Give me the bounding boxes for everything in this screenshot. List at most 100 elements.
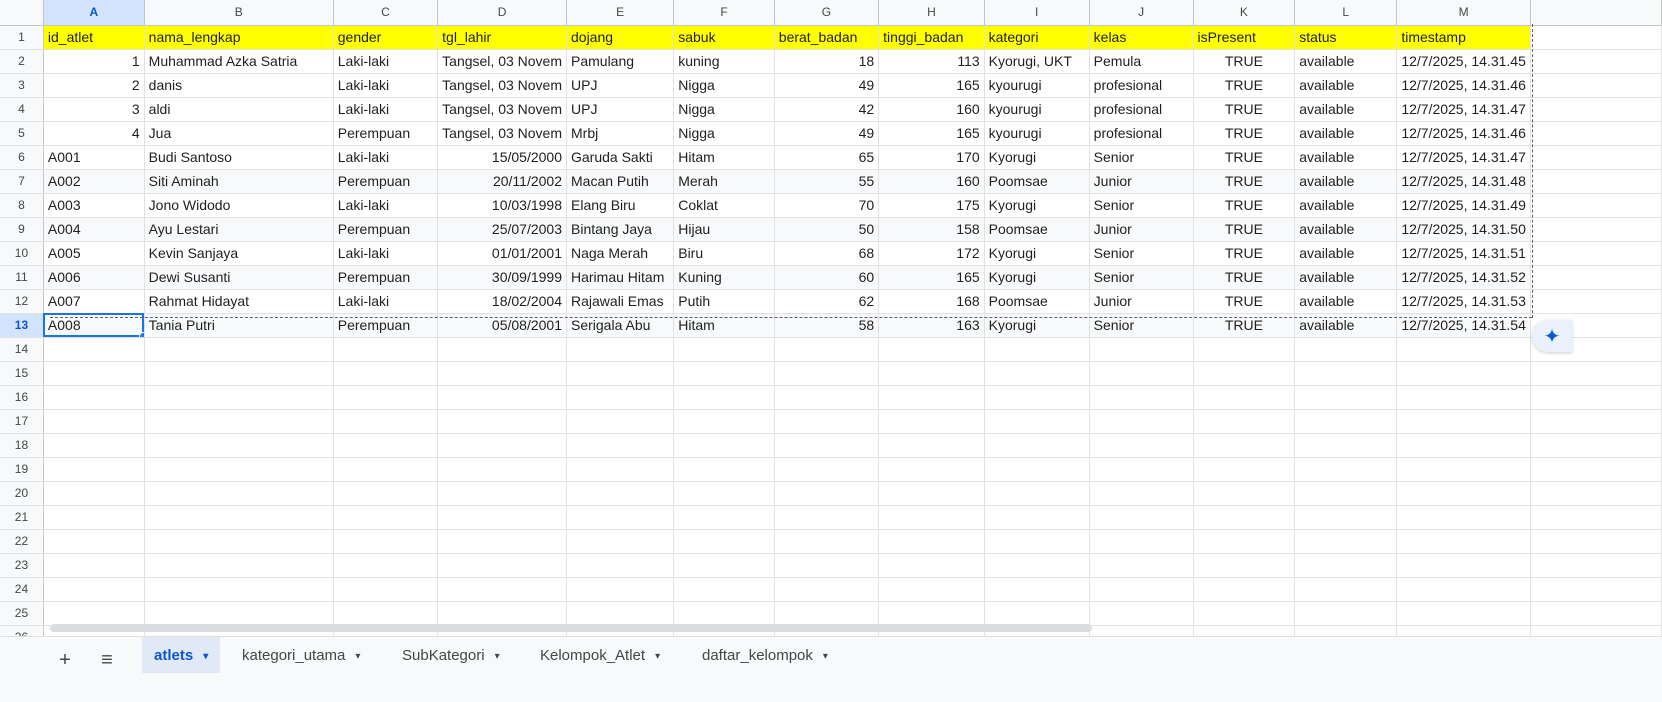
grid-cell[interactable] — [437, 505, 567, 530]
grid-cell[interactable] — [1294, 337, 1398, 362]
sheet-table[interactable]: ABCDEFGHIJKLM 1 id_atlet nama_lengkap gend… — [0, 0, 1662, 650]
grid-cell[interactable] — [333, 361, 439, 386]
grid-cell[interactable] — [1089, 361, 1194, 386]
grid-cell[interactable]: 12/7/2025, 14.31.53 — [1396, 289, 1531, 314]
row-number[interactable]: 13 — [0, 313, 44, 338]
grid-cell[interactable] — [566, 361, 675, 386]
grid-cell[interactable]: available — [1294, 289, 1398, 314]
grid-cell[interactable] — [333, 409, 439, 434]
grid-cell[interactable]: Macan Putih — [566, 169, 675, 194]
grid-cell[interactable] — [774, 433, 880, 458]
grid-cell[interactable]: 12/7/2025, 14.31.50 — [1396, 217, 1531, 242]
grid-cell[interactable]: Laki-laki — [333, 49, 439, 74]
grid-cell[interactable]: 12/7/2025, 14.31.52 — [1396, 265, 1531, 290]
grid-cell[interactable] — [1530, 601, 1662, 626]
grid-cell[interactable]: Biru — [673, 241, 775, 266]
row-number[interactable]: 15 — [0, 361, 44, 386]
chevron-down-icon[interactable]: ▾ — [655, 651, 660, 662]
all-sheets-button[interactable]: ≡ — [92, 645, 122, 675]
grid-cell[interactable] — [1530, 169, 1662, 194]
tab-kelompok-atlet[interactable]: Kelompok_Atlet ▾ — [528, 637, 672, 673]
grid-cell[interactable]: Nigga — [673, 97, 775, 122]
grid-cell[interactable]: 70 — [774, 193, 880, 218]
grid-cell[interactable]: available — [1294, 241, 1398, 266]
row-number[interactable]: 14 — [0, 337, 44, 362]
select-all-corner[interactable] — [0, 0, 44, 26]
row-number[interactable]: 5 — [0, 121, 44, 146]
grid-cell[interactable]: A005 — [43, 241, 145, 266]
grid-cell[interactable] — [673, 601, 775, 626]
grid-cell[interactable] — [437, 433, 567, 458]
grid-cell[interactable]: 12/7/2025, 14.31.45 — [1396, 49, 1531, 74]
grid-cell[interactable] — [1089, 433, 1194, 458]
grid-cell[interactable] — [1294, 577, 1398, 602]
grid-cell[interactable] — [333, 601, 439, 626]
grid-cell[interactable]: Muhammad Azka Satria — [144, 49, 334, 74]
grid-cell[interactable] — [437, 337, 567, 362]
grid-cell[interactable]: Perempuan — [333, 217, 439, 242]
header-cell-tinggi-badan[interactable]: tinggi_badan — [878, 25, 985, 50]
grid-cell[interactable] — [566, 481, 675, 506]
grid-cell[interactable]: Tangsel, 03 Novem — [437, 49, 567, 74]
grid-cell[interactable]: 20/11/2002 — [437, 169, 567, 194]
row-number[interactable]: 8 — [0, 193, 44, 218]
grid-cell[interactable] — [1530, 385, 1662, 410]
grid-cell[interactable]: Hitam — [673, 145, 775, 170]
grid-cell[interactable]: A002 — [43, 169, 145, 194]
spreadsheet-grid[interactable]: ABCDEFGHIJKLM 1 id_atlet nama_lengkap gend… — [0, 0, 1662, 660]
column-header-b[interactable]: B — [144, 0, 334, 26]
grid-cell[interactable] — [774, 409, 880, 434]
grid-cell[interactable]: 12/7/2025, 14.31.46 — [1396, 73, 1531, 98]
grid-cell[interactable] — [333, 385, 439, 410]
grid-cell[interactable] — [1193, 457, 1296, 482]
grid-cell[interactable] — [1089, 409, 1194, 434]
grid-cell[interactable] — [1294, 529, 1398, 554]
grid-cell[interactable] — [1089, 553, 1194, 578]
header-cell-ispresent[interactable]: isPresent — [1193, 25, 1296, 50]
grid-cell[interactable] — [984, 577, 1090, 602]
row-number[interactable]: 2 — [0, 49, 44, 74]
grid-cell[interactable]: 15/05/2000 — [437, 145, 567, 170]
grid-cell[interactable]: Laki-laki — [333, 97, 439, 122]
grid-cell[interactable] — [144, 553, 334, 578]
grid-cell[interactable] — [43, 337, 145, 362]
grid-cell[interactable] — [1294, 409, 1398, 434]
grid-cell[interactable]: Tangsel, 03 Novem — [437, 73, 567, 98]
row-number[interactable]: 6 — [0, 145, 44, 170]
grid-cell[interactable]: TRUE — [1193, 265, 1296, 290]
grid-cell[interactable]: TRUE — [1193, 97, 1296, 122]
grid-cell[interactable]: A007 — [43, 289, 145, 314]
grid-cell[interactable]: kyourugi — [984, 121, 1090, 146]
grid-cell[interactable]: Kyorugi — [984, 193, 1090, 218]
grid-cell[interactable] — [43, 553, 145, 578]
grid-cell[interactable] — [1294, 505, 1398, 530]
grid-cell[interactable]: Tangsel, 03 Novem — [437, 97, 567, 122]
grid-cell[interactable] — [1294, 433, 1398, 458]
grid-cell[interactable]: Senior — [1089, 193, 1194, 218]
grid-cell[interactable]: 168 — [878, 289, 985, 314]
grid-cell[interactable] — [1530, 265, 1662, 290]
grid-cell[interactable] — [673, 529, 775, 554]
grid-cell[interactable]: 2 — [43, 73, 145, 98]
grid-cell[interactable] — [1396, 433, 1531, 458]
grid-cell[interactable]: 113 — [878, 49, 985, 74]
grid-cell[interactable]: Poomsae — [984, 217, 1090, 242]
grid-cell[interactable] — [144, 601, 334, 626]
grid-cell[interactable] — [1193, 601, 1296, 626]
grid-cell[interactable] — [1530, 49, 1662, 74]
grid-cell[interactable]: TRUE — [1193, 169, 1296, 194]
grid-cell[interactable] — [1396, 601, 1531, 626]
grid-cell[interactable] — [437, 361, 567, 386]
column-header-m[interactable]: M — [1396, 0, 1531, 26]
grid-cell[interactable] — [333, 481, 439, 506]
grid-cell[interactable]: Senior — [1089, 145, 1194, 170]
row-number[interactable]: 4 — [0, 97, 44, 122]
grid-cell[interactable]: Senior — [1089, 265, 1194, 290]
grid-cell[interactable]: available — [1294, 145, 1398, 170]
grid-cell[interactable] — [566, 433, 675, 458]
grid-cell[interactable] — [878, 385, 985, 410]
column-header-e[interactable]: E — [566, 0, 675, 26]
grid-cell[interactable]: TRUE — [1193, 289, 1296, 314]
grid-cell[interactable] — [984, 457, 1090, 482]
grid-cell[interactable]: 30/09/1999 — [437, 265, 567, 290]
